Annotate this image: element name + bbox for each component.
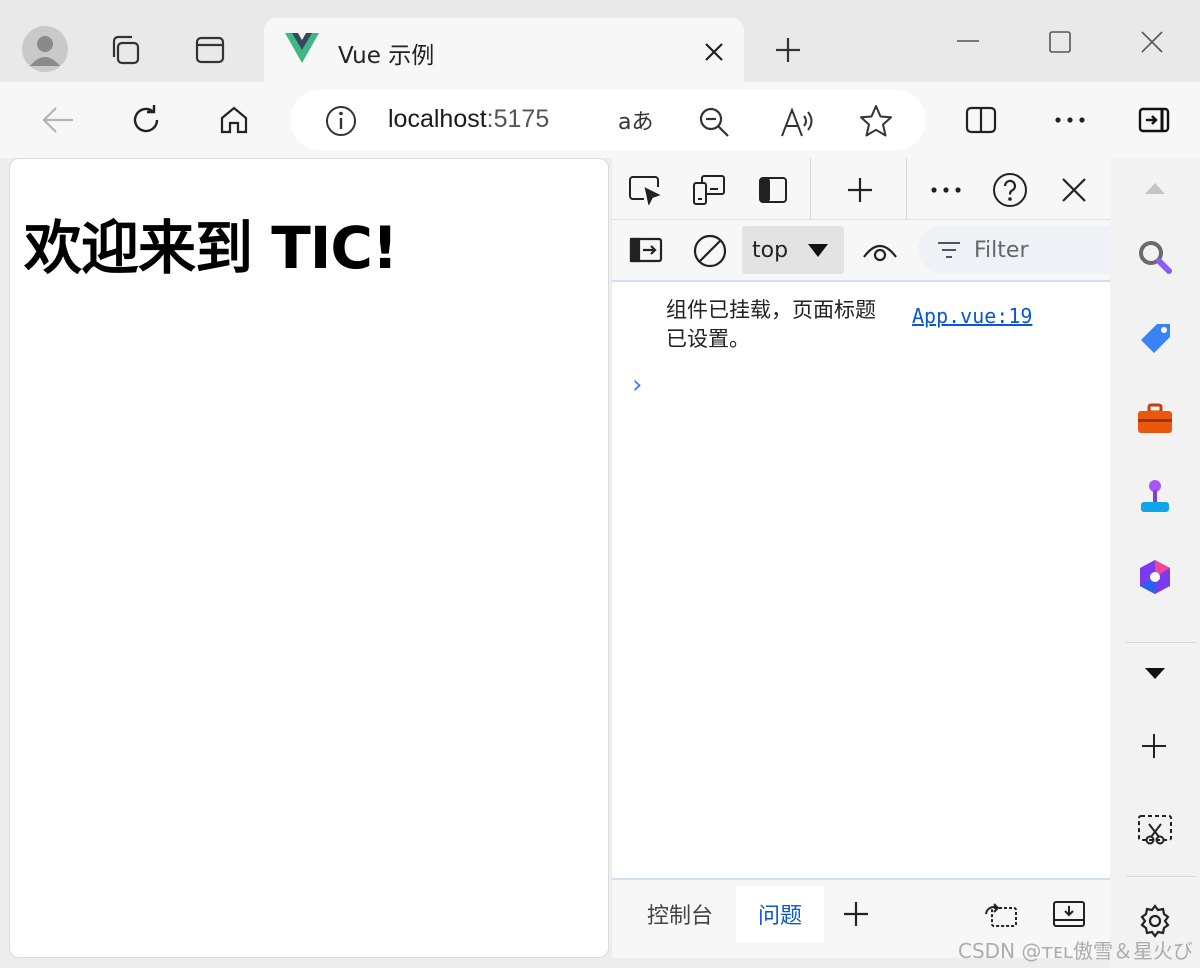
back-arrow-icon[interactable] [38,100,78,140]
read-aloud-icon[interactable] [778,104,818,140]
filter-placeholder: Filter [974,238,1029,263]
address-bar[interactable]: localhost:5175 aあ [290,90,926,150]
tab-strip: Vue 示例 [0,0,1200,82]
toolbar-divider [906,158,907,220]
page-heading: 欢迎来到 TIC! [24,214,398,282]
sidebar-divider [1126,642,1196,643]
workspaces-icon[interactable] [106,32,146,68]
filter-input[interactable]: Filter [918,226,1110,274]
devtools-panel: top Filter 组件已挂载，页面标题已设置。 App.vue:19 › 控… [612,158,1110,958]
context-selector[interactable]: top [742,226,844,274]
more-menu-icon[interactable] [1050,102,1090,138]
screenshot-clip-icon[interactable] [1134,810,1176,850]
site-info-icon[interactable] [324,104,358,138]
device-emulation-icon[interactable] [690,172,728,208]
edge-sidebar [1110,158,1200,968]
svg-text:aあ: aあ [618,110,653,135]
undock-drawer-icon[interactable] [982,896,1020,932]
console-source-link[interactable]: App.vue:19 [912,304,1032,328]
url-port: :5175 [486,105,550,133]
live-expression-eye-icon[interactable] [860,232,900,270]
search-icon[interactable] [1134,236,1176,278]
tab-active[interactable]: Vue 示例 [264,18,744,82]
close-tab-icon[interactable] [700,38,728,66]
tab-title: Vue 示例 [338,43,435,69]
shopping-tag-icon[interactable] [1134,318,1176,360]
console-message-text: 组件已挂载，页面标题已设置。 [666,298,876,351]
inspect-element-icon[interactable] [626,172,664,208]
sidebar-toggle-icon[interactable] [1134,102,1174,138]
toolbar-divider [810,158,811,220]
split-screen-icon[interactable] [962,102,1000,138]
browser-window: Vue 示例 localhost:5175 aあ 欢迎来到 TIC! top F… [0,0,1200,968]
zoom-out-icon[interactable] [696,104,732,140]
close-devtools-icon[interactable] [1056,172,1092,208]
dock-drawer-icon[interactable] [1050,896,1088,932]
more-options-icon[interactable] [928,172,964,208]
close-window-icon[interactable] [1134,26,1170,58]
clear-console-icon[interactable] [690,232,730,270]
url-host: localhost [388,105,487,133]
microsoft-365-icon[interactable] [1134,556,1176,598]
profile-avatar[interactable] [22,26,68,72]
filter-icon [936,238,962,262]
refresh-icon[interactable] [126,100,166,140]
vue-logo-icon [284,32,320,64]
scroll-up-icon[interactable] [1142,178,1168,198]
tools-briefcase-icon[interactable] [1134,398,1176,440]
console-prompt-chevron-icon[interactable]: › [632,370,642,400]
url-text[interactable]: localhost:5175 [388,105,549,134]
translate-icon[interactable]: aあ [616,103,656,139]
navigation-toolbar: localhost:5175 aあ [0,82,1200,158]
watermark: CSDN @ᴛᴇʟ傲雪＆星火び [958,939,1193,963]
sidebar-divider [1126,876,1196,877]
console-toolbar: top Filter [612,220,1110,282]
dock-side-icon[interactable] [754,172,792,208]
page-viewport: 欢迎来到 TIC! [9,158,609,958]
minimize-icon[interactable] [950,26,986,56]
add-drawer-tab-icon[interactable] [838,896,874,932]
games-joystick-icon[interactable] [1134,476,1176,518]
vertical-tabs-icon[interactable] [192,32,228,68]
scroll-down-icon[interactable] [1142,664,1168,684]
favorite-star-icon[interactable] [856,102,896,140]
context-label: top [752,238,789,263]
devtools-toolbar [612,158,1110,220]
add-tool-icon[interactable] [842,172,878,208]
home-icon[interactable] [214,100,254,140]
tab-console[interactable]: 控制台 [630,886,730,942]
new-tab-icon[interactable] [770,32,806,68]
maximize-icon[interactable] [1042,26,1078,58]
console-sidebar-icon[interactable] [626,232,666,268]
help-icon[interactable] [990,170,1030,210]
tab-issues[interactable]: 问题 [736,886,824,942]
add-sidebar-app-icon[interactable] [1136,728,1172,764]
dropdown-caret-icon [806,240,830,260]
